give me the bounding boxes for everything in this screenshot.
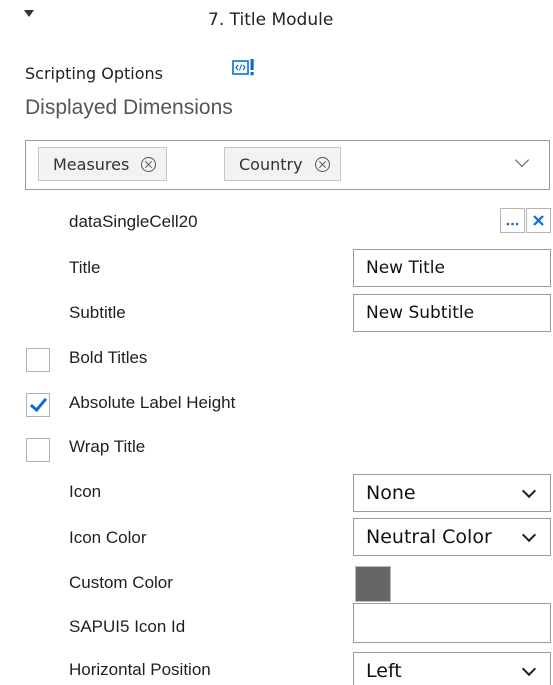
absolute-label-height-label: Absolute Label Height [69, 393, 236, 412]
horizontal-position-label: Horizontal Position [69, 660, 211, 679]
custom-color-label: Custom Color [69, 573, 173, 592]
script-code-icon[interactable] [232, 58, 256, 78]
subtitle-input[interactable]: New Subtitle [353, 294, 551, 332]
remove-token-icon[interactable] [314, 156, 330, 172]
remove-token-icon[interactable] [141, 156, 157, 172]
icon-color-label: Icon Color [69, 528, 147, 547]
icon-select[interactable]: None [353, 474, 551, 512]
checkmark-icon [29, 393, 48, 413]
horizontal-position-select-value: Left [366, 660, 402, 682]
title-input[interactable]: New Title [353, 249, 551, 287]
wrap-title-label: Wrap Title [69, 437, 146, 456]
horizontal-position-select[interactable]: Left [353, 652, 551, 685]
icon-label: Icon [69, 482, 102, 501]
chevron-down-icon[interactable] [514, 152, 530, 168]
token-label: Country [239, 154, 303, 174]
dimensions-multi-combobox[interactable]: Measures Country [25, 140, 550, 190]
token-country[interactable]: Country [224, 147, 341, 181]
subtitle-label: Subtitle [69, 303, 126, 322]
absolute-label-height-checkbox[interactable] [26, 393, 50, 417]
wrap-title-checkbox[interactable] [26, 438, 50, 462]
section-title: 7. Title Module [208, 10, 334, 30]
scripting-options-label: Scripting Options [25, 64, 163, 83]
displayed-dimensions-label: Displayed Dimensions [25, 96, 233, 119]
bold-titles-checkbox[interactable] [26, 348, 50, 372]
icon-color-select-value: Neutral Color [366, 526, 492, 548]
custom-color-swatch[interactable] [355, 566, 391, 602]
browse-data-source-button[interactable] [500, 208, 525, 233]
clear-data-source-button[interactable] [526, 208, 551, 233]
icon-select-value: None [366, 482, 416, 504]
collapse-arrow-icon[interactable] [24, 10, 34, 17]
icon-color-select[interactable]: Neutral Color [353, 518, 551, 556]
data-source-name: dataSingleCell20 [69, 212, 198, 231]
title-label: Title [69, 258, 101, 277]
sapui5-icon-id-label: SAPUI5 Icon Id [69, 617, 186, 636]
sapui5-icon-id-input[interactable] [353, 603, 551, 643]
token-measures[interactable]: Measures [38, 147, 168, 181]
token-label: Measures [53, 154, 130, 174]
bold-titles-label: Bold Titles [69, 348, 148, 367]
